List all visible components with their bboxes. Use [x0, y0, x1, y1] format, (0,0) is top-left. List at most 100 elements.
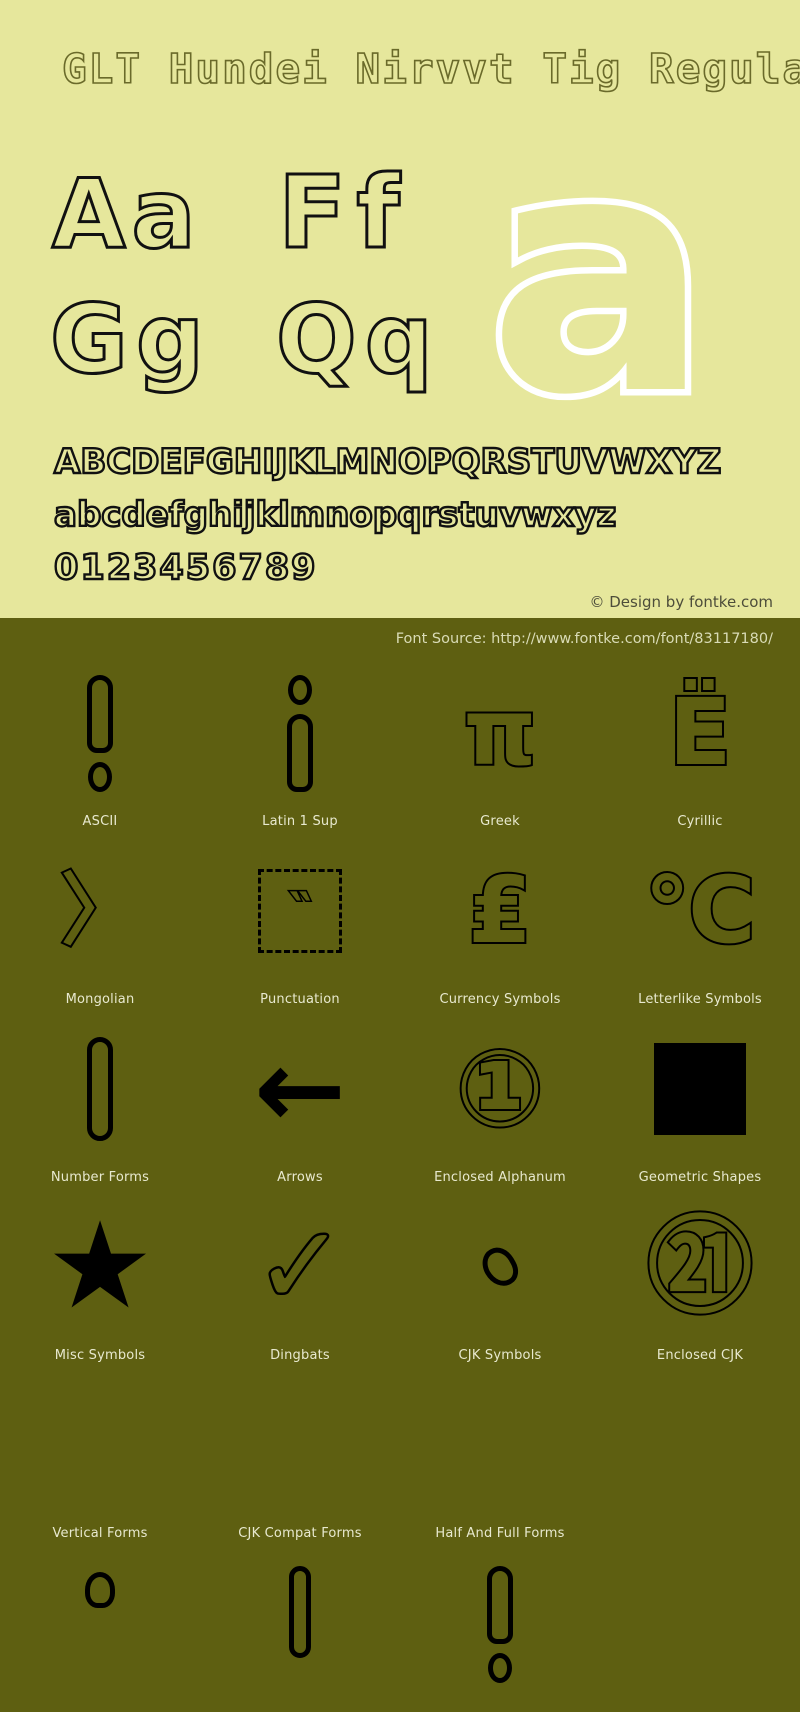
- exclamation-icon: [87, 674, 113, 792]
- sample-glyph-aa: Aa: [51, 159, 202, 272]
- block-row: 〉 Mongolian ‶ Punctuation ₤ Currency Sym…: [0, 832, 800, 1010]
- block-glyph: [0, 1010, 200, 1168]
- block-glyph: ℃: [642, 857, 757, 964]
- check-mark-icon: ✓: [252, 1204, 347, 1329]
- star-icon: ★: [46, 1197, 154, 1336]
- block-cell-empty-glyph: [600, 1544, 800, 1712]
- block-label: Letterlike Symbols: [638, 992, 762, 1007]
- large-sample-glyphs: Aa Ff Gg Qq a: [0, 104, 800, 447]
- block-label: Currency Symbols: [439, 992, 561, 1007]
- sample-glyph-gg: Gg: [49, 284, 212, 397]
- block-cell-cyrillic[interactable]: Ё Cyrillic: [600, 654, 800, 832]
- block-label: Mongolian: [65, 992, 135, 1007]
- block-cell-number-forms[interactable]: Number Forms: [0, 1010, 200, 1188]
- block-glyph: [400, 1366, 600, 1524]
- left-arrow-icon: ←: [253, 1025, 347, 1153]
- block-row: Number Forms ← Arrows ① Enclosed Alphanu…: [0, 1010, 800, 1188]
- block-cell-empty: [600, 1366, 800, 1544]
- block-label: ASCII: [82, 814, 118, 829]
- block-cell-cjk-compat-forms[interactable]: CJK Compat Forms: [200, 1366, 400, 1544]
- vertical-comma-icon: [85, 1572, 115, 1608]
- block-label: Geometric Shapes: [638, 1170, 762, 1185]
- block-cell-misc-symbols[interactable]: ★ Misc Symbols: [0, 1188, 200, 1366]
- block-row: ★ Misc Symbols ✓ Dingbats CJK Symbols ㉑ …: [0, 1188, 800, 1366]
- block-glyph: ①: [454, 1027, 547, 1150]
- block-cell-arrows[interactable]: ← Arrows: [200, 1010, 400, 1188]
- fullwidth-vertical-line-icon: [289, 1566, 311, 1658]
- block-glyph: Ё: [667, 679, 734, 786]
- block-glyph: [600, 1544, 800, 1712]
- block-row-glyphs-only: [0, 1544, 800, 1712]
- block-glyph: [600, 1366, 800, 1524]
- block-glyph: [400, 1188, 600, 1346]
- block-label: CJK Compat Forms: [238, 1526, 362, 1541]
- block-label: Enclosed Alphanum: [434, 1170, 566, 1185]
- block-cell-cjk-symbols[interactable]: CJK Symbols: [400, 1188, 600, 1366]
- block-label: Half And Full Forms: [435, 1526, 565, 1541]
- block-glyph: [200, 1544, 400, 1712]
- block-glyph: [400, 1544, 600, 1712]
- block-label: Latin 1 Sup: [262, 814, 338, 829]
- block-glyph: [200, 654, 400, 812]
- hero-glyph-a: a: [482, 83, 718, 467]
- block-glyph: [600, 1010, 800, 1168]
- block-row: ASCII Latin 1 Sup π Greek Ё Cyrillic: [0, 654, 800, 832]
- block-glyph: [0, 1366, 200, 1524]
- block-cell-letterlike-symbols[interactable]: ℃ Letterlike Symbols: [600, 832, 800, 1010]
- block-cell-mongolian[interactable]: 〉 Mongolian: [0, 832, 200, 1010]
- block-label: Vertical Forms: [52, 1526, 148, 1541]
- block-glyph: [200, 1366, 400, 1524]
- block-cell-vertical-forms-glyph[interactable]: [0, 1544, 200, 1712]
- block-label: Cyrillic: [677, 814, 723, 829]
- block-glyph: ✓: [200, 1188, 400, 1346]
- font-specimen-panel: GLT Hundei Nirvvt Tig Regular Aa Ff Gg Q…: [0, 0, 800, 618]
- block-label: Misc Symbols: [54, 1348, 146, 1363]
- block-cell-punctuation[interactable]: ‶ Punctuation: [200, 832, 400, 1010]
- dashed-placeholder-box: ‶: [258, 869, 342, 953]
- block-cell-currency-symbols[interactable]: ₤ Currency Symbols: [400, 832, 600, 1010]
- character-set-preview: ABCDEFGHIJKLMNOPQRSTUVWXYZ abcdefghijklm…: [53, 442, 754, 604]
- block-cell-enclosed-cjk[interactable]: ㉑ Enclosed CJK: [600, 1188, 800, 1366]
- inverted-exclamation-icon: [287, 674, 313, 792]
- fullwidth-exclamation-icon: [487, 1566, 513, 1683]
- block-label: Dingbats: [270, 1348, 330, 1363]
- roman-numeral-one-icon: [87, 1037, 113, 1141]
- block-cell-greek[interactable]: π Greek: [400, 654, 600, 832]
- block-cell-ascii[interactable]: ASCII: [0, 654, 200, 832]
- block-glyph: ★: [0, 1188, 200, 1346]
- block-cell-half-and-full-forms[interactable]: Half And Full Forms: [400, 1366, 600, 1544]
- block-glyph: ㉑: [645, 1205, 754, 1328]
- block-cell-cjk-compat-glyph[interactable]: [200, 1544, 400, 1712]
- block-glyph: ₤: [466, 857, 534, 964]
- block-glyph: 〉: [59, 866, 141, 956]
- block-glyph: π: [462, 679, 539, 786]
- block-glyph: [0, 1544, 200, 1712]
- block-label: Arrows: [277, 1170, 323, 1185]
- block-cell-half-and-full-glyph[interactable]: [400, 1544, 600, 1712]
- block-row: Vertical Forms CJK Compat Forms Half And…: [0, 1366, 800, 1544]
- block-label: Punctuation: [260, 992, 340, 1007]
- copyright-notice: © Design by fontke.com: [589, 593, 773, 611]
- block-cell-dingbats[interactable]: ✓ Dingbats: [200, 1188, 400, 1366]
- block-cell-vertical-forms[interactable]: Vertical Forms: [0, 1366, 200, 1544]
- block-cell-latin-1-sup[interactable]: Latin 1 Sup: [200, 654, 400, 832]
- block-glyph: ‶: [200, 832, 400, 990]
- block-label: Greek: [480, 814, 520, 829]
- ideographic-comma-icon: [476, 1241, 524, 1293]
- filled-square-icon: [654, 1043, 746, 1135]
- block-label: Number Forms: [50, 1170, 150, 1185]
- sample-glyph-qq: Qq: [275, 284, 441, 397]
- block-label: CJK Symbols: [458, 1348, 542, 1363]
- sample-glyph-ff: Ff: [277, 153, 410, 273]
- block-label: Enclosed CJK: [656, 1348, 744, 1363]
- block-cell-geometric-shapes[interactable]: Geometric Shapes: [600, 1010, 800, 1188]
- unicode-blocks-panel: Font Source: http://www.fontke.com/font/…: [0, 618, 800, 1683]
- font-source-link[interactable]: Font Source: http://www.fontke.com/font/…: [396, 631, 773, 647]
- charset-digits: 0123456789: [53, 548, 318, 588]
- charset-uppercase: ABCDEFGHIJKLMNOPQRSTUVWXYZ: [53, 442, 723, 482]
- unicode-blocks-grid: ASCII Latin 1 Sup π Greek Ё Cyrillic 〉 M…: [0, 654, 800, 1712]
- block-glyph: [0, 654, 200, 812]
- block-cell-enclosed-alphanum[interactable]: ① Enclosed Alphanum: [400, 1010, 600, 1188]
- charset-lowercase: abcdefghijklmnopqrstuvwxyz: [53, 495, 618, 535]
- block-glyph: ←: [200, 1010, 400, 1168]
